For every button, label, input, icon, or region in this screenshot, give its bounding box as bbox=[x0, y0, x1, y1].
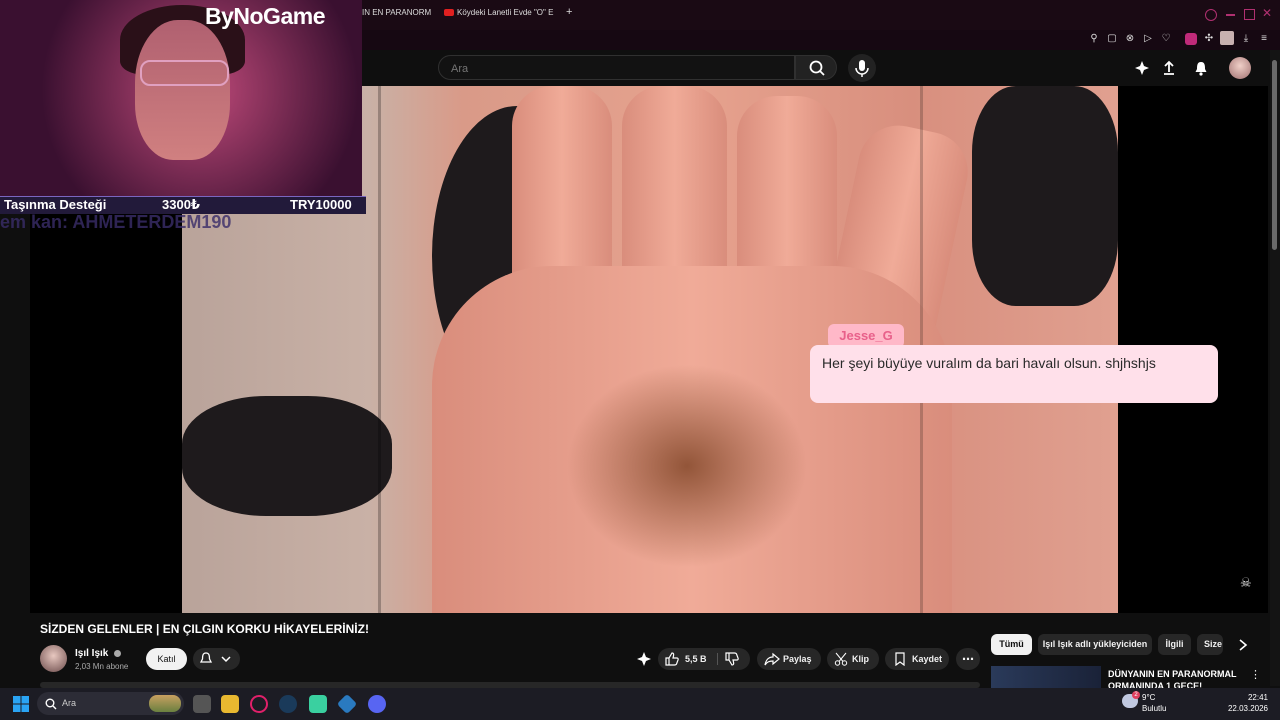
related-video-thumbnail[interactable] bbox=[991, 666, 1101, 688]
frame-seam bbox=[378, 86, 381, 613]
heart-icon[interactable]: ♡ bbox=[1160, 33, 1172, 45]
verified-icon bbox=[114, 649, 122, 657]
support-label: Taşınma Desteği bbox=[4, 197, 107, 212]
youtube-icon bbox=[444, 9, 454, 17]
search-icon bbox=[45, 698, 57, 710]
menu-icon[interactable]: ≡ bbox=[1258, 33, 1270, 45]
chip-all[interactable]: Tümü bbox=[991, 634, 1032, 655]
puzzle-icon[interactable]: ✣ bbox=[1203, 33, 1215, 45]
chip-for-you[interactable]: Size bbox=[1197, 634, 1223, 655]
file-explorer-icon[interactable] bbox=[221, 695, 239, 713]
share-icon bbox=[764, 652, 780, 666]
background-shape bbox=[972, 86, 1118, 306]
clip-label: Klip bbox=[852, 654, 869, 664]
notifications-icon[interactable] bbox=[1192, 59, 1210, 77]
search-input[interactable] bbox=[449, 62, 783, 76]
dislike-button[interactable] bbox=[724, 652, 740, 666]
bynogame-logo: ByNoGame bbox=[205, 3, 325, 29]
discord-icon[interactable] bbox=[368, 695, 386, 713]
palm-stain bbox=[557, 356, 817, 576]
scissors-icon bbox=[834, 652, 848, 666]
tab-paranormal[interactable]: IN EN PARANORM bbox=[362, 8, 432, 22]
clock-date: 22.03.2026 bbox=[1227, 704, 1268, 713]
search-tabs-icon[interactable] bbox=[1205, 9, 1217, 21]
skull-icon: ☠ bbox=[1240, 575, 1252, 590]
task-view-icon[interactable] bbox=[193, 695, 211, 713]
maximize-icon[interactable] bbox=[1244, 9, 1255, 20]
channel-avatar[interactable] bbox=[40, 645, 67, 672]
search-button[interactable] bbox=[795, 55, 837, 80]
tab-koydeki[interactable]: Köydeki Lanetli Evde "O" E bbox=[444, 8, 559, 22]
join-button[interactable]: Katıl bbox=[146, 648, 187, 670]
tab-label: Köydeki Lanetli Evde "O" E bbox=[457, 8, 554, 17]
account-avatar[interactable] bbox=[1229, 57, 1251, 79]
search-box[interactable] bbox=[438, 55, 795, 80]
donor-ticker: em kan: AHMETERDEM190 bbox=[0, 212, 232, 232]
search-highlight-icon bbox=[149, 695, 181, 712]
pin-icon[interactable]: ⚲ bbox=[1088, 33, 1100, 45]
search-icon bbox=[809, 60, 825, 76]
like-button[interactable] bbox=[664, 652, 680, 666]
snapshot-icon[interactable]: ▢ bbox=[1106, 33, 1118, 45]
extension-icon[interactable] bbox=[1185, 33, 1197, 45]
vpn-icon[interactable]: ⊗ bbox=[1124, 33, 1136, 45]
weather-desc: Bulutlu bbox=[1142, 704, 1167, 713]
weather-widget[interactable]: 9°C Bulutlu bbox=[1142, 692, 1166, 714]
video-title: SİZDEN GELENLER | EN ÇILGIN KORKU HİKAYE… bbox=[40, 622, 369, 636]
ai-sparkle-icon[interactable] bbox=[1133, 59, 1151, 77]
close-icon[interactable]: ✕ bbox=[1262, 6, 1272, 20]
minimize-icon[interactable] bbox=[1226, 14, 1235, 16]
new-tab-button[interactable]: + bbox=[566, 6, 574, 20]
profile-icon[interactable] bbox=[1220, 31, 1234, 45]
taskbar-search[interactable]: Ara bbox=[37, 692, 184, 715]
clock-time: 22:41 bbox=[1247, 693, 1268, 702]
like-dislike-group: 5,5 B bbox=[658, 648, 750, 670]
channel-name[interactable]: Işıl Işık bbox=[75, 648, 122, 659]
taskbar-clock[interactable]: 22:41 22.03.2026 bbox=[1222, 692, 1268, 714]
voice-search-button[interactable] bbox=[848, 54, 876, 82]
background-shape bbox=[182, 396, 392, 516]
save-label: Kaydet bbox=[912, 654, 943, 664]
more-actions-button[interactable]: ⋯ bbox=[956, 648, 980, 670]
related-more-icon[interactable]: ⋮ bbox=[1250, 668, 1261, 681]
scrollbar-thumb[interactable] bbox=[1272, 60, 1277, 250]
taskbar-search-placeholder: Ara bbox=[62, 698, 77, 708]
weather-temp: 9°C bbox=[1142, 693, 1156, 702]
clip-button[interactable]: Klip bbox=[827, 648, 879, 670]
more-icon: ⋯ bbox=[962, 652, 974, 666]
weather-badge: 2 bbox=[1132, 691, 1140, 699]
opera-gx-icon[interactable] bbox=[250, 695, 268, 713]
chip-from-uploader[interactable]: Işıl Işık adlı yükleyiciden bbox=[1038, 634, 1152, 655]
share-button[interactable]: Paylaş bbox=[757, 648, 821, 670]
app-icon[interactable] bbox=[309, 695, 327, 713]
microphone-icon bbox=[855, 60, 869, 77]
windows-start-icon[interactable] bbox=[13, 696, 29, 712]
steam-icon[interactable] bbox=[279, 695, 297, 713]
support-goal: TRY10000 bbox=[290, 197, 352, 212]
upload-icon[interactable] bbox=[1160, 59, 1178, 77]
subscription-bell-button[interactable] bbox=[193, 648, 240, 670]
chat-message: Her şeyi büyüye vuralım da bari havalı o… bbox=[810, 345, 1218, 403]
related-video-title[interactable]: DÜNYANIN EN PARANORMAL ORMANINDA 1 GECE! bbox=[1108, 668, 1248, 688]
tab-label: IN EN PARANORM bbox=[362, 8, 432, 17]
bookmark-icon bbox=[895, 652, 905, 666]
support-amount: 3300₺ bbox=[162, 197, 200, 212]
share-label: Paylaş bbox=[783, 654, 812, 664]
download-icon[interactable]: ⤓ bbox=[1240, 33, 1252, 45]
chevron-right-icon[interactable] bbox=[1237, 638, 1249, 652]
subscriber-count: 2,03 Mn abone bbox=[75, 662, 129, 671]
chip-related[interactable]: İlgili bbox=[1158, 634, 1191, 655]
save-button[interactable]: Kaydet bbox=[885, 648, 949, 670]
thumbs-down-icon bbox=[725, 652, 739, 666]
like-count: 5,5 B bbox=[685, 654, 707, 664]
thumbs-up-icon bbox=[665, 652, 679, 666]
channel-name-text: Işıl Işık bbox=[75, 648, 109, 659]
ai-sparkle-icon[interactable] bbox=[636, 651, 652, 667]
glasses-shape bbox=[140, 60, 229, 86]
windows-taskbar bbox=[0, 688, 1280, 720]
play-icon[interactable]: ▷ bbox=[1142, 33, 1154, 45]
divider bbox=[717, 653, 718, 665]
streamer-face bbox=[135, 20, 230, 160]
